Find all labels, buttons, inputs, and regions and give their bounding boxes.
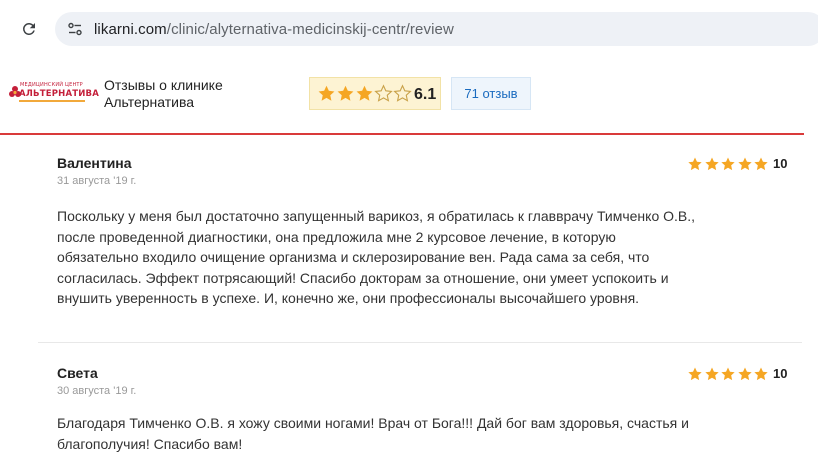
review-date: 30 августа '19 г. (57, 385, 137, 397)
star-filled-icon (318, 85, 335, 101)
clinic-header: МЕДИЦИНСКИЙ ЦЕНТР АЛЬТЕРНАТИВА Отзывы о … (0, 56, 818, 134)
review-date: 31 августа '19 г. (57, 175, 137, 187)
star-filled-icon (754, 157, 768, 171)
browser-toolbar: likarni.com/clinic/alyternativa-medicins… (0, 0, 818, 56)
star-filled-icon (704, 367, 719, 381)
clinic-rating-value: 6.1 (414, 86, 437, 103)
review-stars (687, 156, 770, 172)
clinic-rating-stars (317, 84, 412, 103)
star-empty-icon (374, 84, 393, 102)
star-filled-icon (704, 157, 719, 171)
clinic-logo[interactable]: МЕДИЦИНСКИЙ ЦЕНТР АЛЬТЕРНАТИВА (8, 80, 99, 110)
review-text: Благодаря Тимченко О.В. я хожу своими но… (57, 415, 689, 452)
star-filled-icon (337, 85, 354, 101)
star-filled-icon (737, 157, 752, 171)
page-title: Отзывы о клинике Альтернатива (104, 77, 223, 110)
logo-name: АЛЬТЕРНАТИВА (19, 89, 100, 99)
star-filled-icon (754, 367, 768, 381)
review-text: Поскольку у меня был достаточно запущенн… (57, 208, 696, 306)
star-filled-icon (688, 367, 702, 381)
review-score: 10 (773, 366, 788, 381)
url-text[interactable]: likarni.com/clinic/alyternativa-medicins… (94, 21, 454, 38)
logo-underline (19, 100, 85, 102)
url-path: /clinic/alyternativa-medicinskij-centr/r… (166, 21, 454, 38)
review-author: Валентина (57, 155, 132, 171)
star-filled-icon (721, 367, 735, 381)
star-filled-icon (688, 157, 702, 171)
review-score: 10 (773, 156, 788, 171)
review-stars (687, 366, 770, 382)
review-divider (38, 342, 802, 343)
reload-icon[interactable] (18, 18, 40, 40)
review-author: Света (57, 365, 98, 381)
star-filled-icon (721, 157, 735, 171)
address-bar[interactable]: likarni.com/clinic/alyternativa-medicins… (55, 12, 818, 46)
site-info-icon[interactable] (67, 21, 83, 37)
reviews-count-link[interactable]: 71 отзыв (451, 77, 531, 110)
clinic-rating: 6.1 (309, 77, 441, 110)
header-divider (0, 133, 804, 135)
url-host: likarni.com (94, 21, 167, 38)
logo-subtitle: МЕДИЦИНСКИЙ ЦЕНТР (20, 82, 83, 88)
star-filled-icon (356, 85, 373, 101)
star-empty-icon (393, 84, 412, 102)
star-filled-icon (737, 367, 752, 381)
